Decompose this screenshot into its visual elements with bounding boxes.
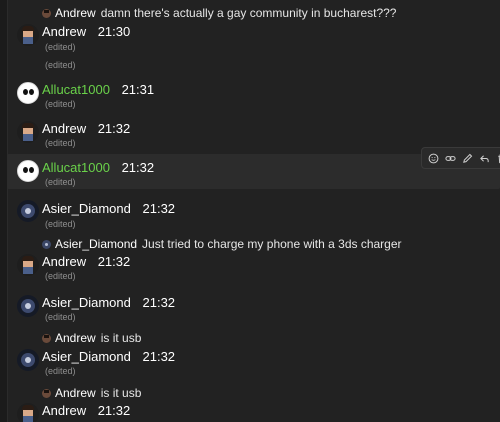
avatar[interactable]: [17, 121, 39, 143]
delete-icon[interactable]: [493, 150, 500, 166]
reply-username: Andrew: [55, 386, 96, 400]
message[interactable]: Asier_Diamond 21:32 (edited): [7, 196, 500, 232]
reply-username: Andrew: [55, 6, 96, 20]
avatar[interactable]: [17, 24, 39, 46]
username[interactable]: Allucat1000: [42, 82, 110, 97]
edited-label: (edited): [45, 312, 76, 322]
message[interactable]: Asier_Diamond 21:32 (edited): [7, 291, 500, 327]
username[interactable]: Andrew: [42, 254, 86, 269]
timestamp: 21:32: [97, 403, 131, 418]
username[interactable]: Asier_Diamond: [42, 349, 131, 364]
edited-label: (edited): [45, 138, 76, 148]
message[interactable]: Allucat1000 21:31 (edited): [7, 78, 500, 114]
reply-text: is it usb: [100, 386, 142, 400]
reply-text: is it usb: [100, 331, 142, 345]
message[interactable]: Andrew 21:32 (edited): [7, 117, 500, 151]
reply-preview[interactable]: Asier_Diamond Just tried to charge my ph…: [42, 237, 402, 251]
reply-username: Asier_Diamond: [55, 237, 138, 251]
avatar[interactable]: [17, 82, 39, 104]
reply-text: Just tried to charge my phone with a 3ds…: [142, 237, 402, 251]
timestamp: 21:32: [121, 160, 155, 175]
message[interactable]: Andrew 21:30 (edited) (edited): [7, 22, 500, 70]
timestamp: 21:32: [142, 349, 176, 364]
avatar[interactable]: [17, 295, 39, 317]
timestamp: 21:32: [97, 121, 131, 136]
message[interactable]: Asier_Diamond 21:32 (edited): [7, 346, 500, 380]
timestamp: 21:32: [97, 254, 131, 269]
timestamp: 21:31: [121, 82, 155, 97]
reply-preview[interactable]: Andrew damn there's actually a gay commu…: [42, 6, 396, 20]
edited-label: (edited): [45, 271, 76, 281]
edited-label: (edited): [45, 219, 76, 229]
message[interactable]: Andrew 21:32: [7, 401, 500, 422]
edit-icon[interactable]: [459, 150, 476, 166]
avatar[interactable]: [17, 403, 39, 422]
edited-label: (edited): [45, 366, 76, 376]
avatar[interactable]: [17, 349, 39, 371]
username[interactable]: Andrew: [42, 24, 86, 39]
reply-avatar: [42, 333, 51, 343]
message-actions-toolbar: [421, 147, 500, 169]
reply-preview[interactable]: Andrew is it usb: [42, 386, 141, 400]
avatar[interactable]: [17, 160, 39, 182]
username[interactable]: Andrew: [42, 121, 86, 136]
reply-username: Andrew: [55, 331, 96, 345]
chat-window: Andrew damn there's actually a gay commu…: [0, 0, 500, 422]
username[interactable]: Asier_Diamond: [42, 295, 131, 310]
avatar[interactable]: [17, 254, 39, 276]
add-reaction-icon[interactable]: [425, 150, 442, 166]
edited-label: (edited): [45, 99, 76, 109]
timestamp: 21:32: [142, 201, 176, 216]
reply-avatar: [42, 388, 51, 398]
edited-label: (edited): [45, 177, 76, 187]
reply-icon[interactable]: [476, 150, 493, 166]
message[interactable]: Andrew 21:32 (edited): [7, 252, 500, 286]
username[interactable]: Allucat1000: [42, 160, 110, 175]
timestamp: 21:30: [97, 24, 131, 39]
reply-avatar: [42, 8, 51, 18]
reply-text: damn there's actually a gay community in…: [100, 6, 397, 20]
avatar[interactable]: [17, 200, 39, 222]
reply-avatar: [42, 239, 51, 249]
edited-label: (edited): [45, 60, 76, 70]
link-icon[interactable]: [442, 150, 459, 166]
timestamp: 21:32: [142, 295, 176, 310]
username[interactable]: Andrew: [42, 403, 86, 418]
username[interactable]: Asier_Diamond: [42, 201, 131, 216]
reply-preview[interactable]: Andrew is it usb: [42, 331, 141, 345]
edited-label: (edited): [45, 42, 76, 52]
